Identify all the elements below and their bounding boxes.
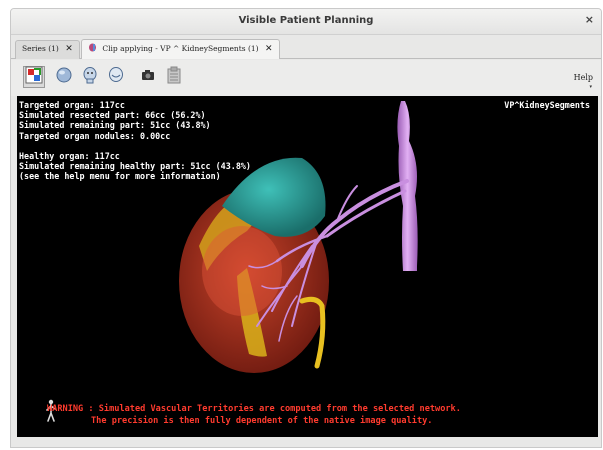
info-nodules: Targeted organ nodules: 0.00cc — [19, 130, 171, 141]
window-title: Visible Patient Planning — [238, 15, 374, 26]
clip-tool-button[interactable] — [23, 66, 45, 88]
tab-series-close-icon[interactable]: ✕ — [65, 44, 73, 54]
head-view-button[interactable] — [79, 66, 101, 88]
sphere-icon — [55, 66, 73, 88]
camera-icon — [140, 67, 156, 87]
3d-viewport[interactable]: Targeted organ: 117cc Simulated resected … — [17, 96, 598, 437]
report-button[interactable] — [163, 66, 185, 88]
title-bar[interactable]: Visible Patient Planning × — [11, 9, 601, 35]
tab-series-label: Series (1) — [22, 44, 59, 53]
help-menu[interactable]: Help — [574, 73, 593, 82]
status-bar — [11, 439, 601, 447]
tab-clip-applying[interactable]: Clip applying - VP ^ KidneySegments (1) … — [81, 39, 280, 59]
volume-info-panel: Targeted organ: 117cc Simulated resected … — [19, 100, 251, 181]
main-vessel — [397, 101, 418, 271]
tab-bar: Series (1) ✕ Clip applying - VP ^ Kidney… — [11, 37, 601, 59]
tab-series[interactable]: Series (1) ✕ — [15, 40, 80, 59]
kidney-tab-icon — [88, 43, 97, 52]
head-icon — [81, 66, 99, 88]
app-window: Visible Patient Planning × Series (1) ✕ … — [10, 8, 602, 448]
info-remaining-part: Simulated remaining part: 51cc (43.8%) — [19, 120, 211, 131]
head-outline-icon — [107, 66, 125, 88]
warning-line-1: WARNING : Simulated Vascular Territories… — [47, 404, 461, 414]
clipboard-icon — [165, 66, 183, 88]
kidney-segment-highlight — [202, 226, 282, 316]
warning-line-2: The precision is then fully dependent of… — [91, 416, 433, 426]
info-remaining-healthy: Simulated remaining healthy part: 51cc (… — [19, 161, 251, 172]
info-targeted-organ: Targeted organ: 117cc — [19, 100, 125, 110]
chevron-down-icon[interactable]: ▾ — [589, 84, 592, 90]
scene-label: VP^KidneySegments — [504, 100, 590, 110]
window-close-button[interactable]: × — [585, 13, 594, 26]
toolbar: Help ▾ — [11, 60, 601, 96]
snapshot-button[interactable] — [137, 66, 159, 88]
clip-tool-icon — [25, 66, 43, 88]
info-healthy-organ: Healthy organ: 117cc — [19, 150, 120, 161]
info-resected-part: Simulated resected part: 66cc (56.2%) — [19, 110, 206, 121]
tab-clip-applying-close-icon[interactable]: ✕ — [265, 44, 273, 54]
head-outline-button[interactable] — [105, 66, 127, 88]
info-help-hint: (see the help menu for more information) — [19, 171, 221, 182]
volume-render-button[interactable] — [53, 66, 75, 88]
warning-message: WARNING : Simulated Vascular Territories… — [47, 403, 587, 427]
tab-clip-applying-label: Clip applying - VP ^ KidneySegments (1) — [102, 44, 259, 53]
